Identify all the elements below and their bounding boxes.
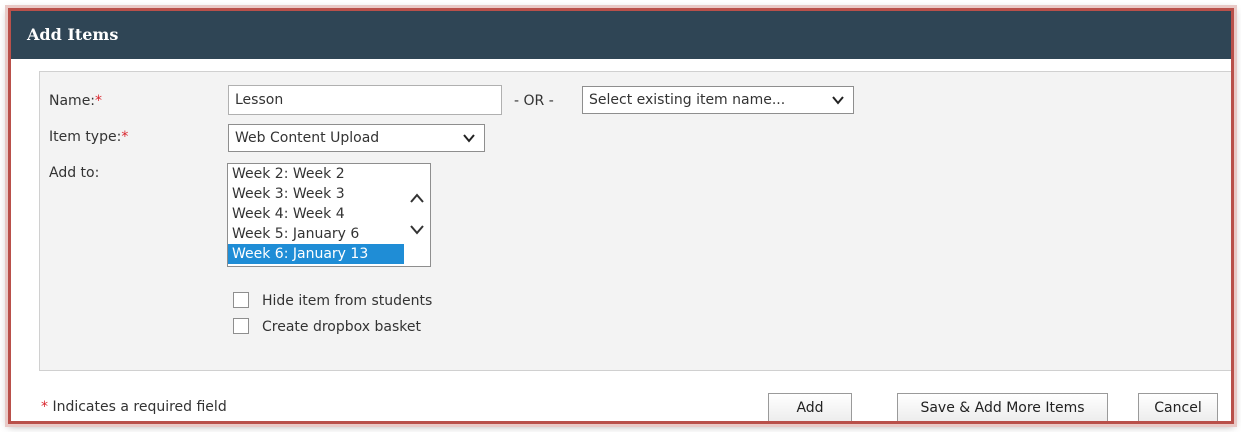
item-type-label: Item type:*: [49, 129, 129, 145]
form-panel: [39, 71, 1231, 371]
list-item[interactable]: Week 5: January 6: [228, 224, 430, 244]
scroll-down-icon[interactable]: [408, 220, 426, 238]
add-to-label: Add to:: [49, 165, 100, 181]
add-to-listbox[interactable]: Week 2: Week 2 Week 3: Week 3 Week 4: We…: [227, 163, 431, 267]
create-dropbox-label: Create dropbox basket: [262, 319, 421, 335]
add-items-button[interactable]: Add Items: [768, 393, 852, 421]
add-items-dialog: Add Items Name:* Lesson - OR - Select ex…: [8, 8, 1234, 424]
existing-item-select-value: Select existing item name...: [589, 92, 786, 108]
create-dropbox-checkbox[interactable]: [233, 318, 249, 334]
existing-item-select[interactable]: Select existing item name...: [582, 86, 854, 114]
cancel-button[interactable]: Cancel: [1138, 393, 1218, 421]
list-item[interactable]: Week 4: Week 4: [228, 204, 430, 224]
list-item[interactable]: Week 3: Week 3: [228, 184, 430, 204]
name-label: Name:*: [49, 93, 103, 109]
scroll-up-icon[interactable]: [408, 190, 426, 208]
list-item[interactable]: Week 2: Week 2: [228, 164, 430, 184]
dialog-title: Add Items: [11, 11, 1231, 59]
item-type-select-value: Web Content Upload: [235, 130, 380, 146]
or-separator: - OR -: [514, 93, 554, 109]
hide-item-checkbox[interactable]: [233, 292, 249, 308]
chevron-down-icon: [462, 125, 476, 160]
chevron-down-icon: [831, 87, 845, 122]
required-marker: *: [95, 93, 103, 109]
required-note: * Indicates a required field: [41, 399, 227, 415]
hide-item-label: Hide item from students: [262, 293, 433, 309]
save-add-more-button[interactable]: Save & Add More Items: [897, 393, 1108, 421]
name-input[interactable]: Lesson: [228, 85, 502, 115]
item-type-select[interactable]: Web Content Upload: [228, 124, 485, 152]
list-item-selected[interactable]: Week 6: January 13: [228, 244, 404, 264]
